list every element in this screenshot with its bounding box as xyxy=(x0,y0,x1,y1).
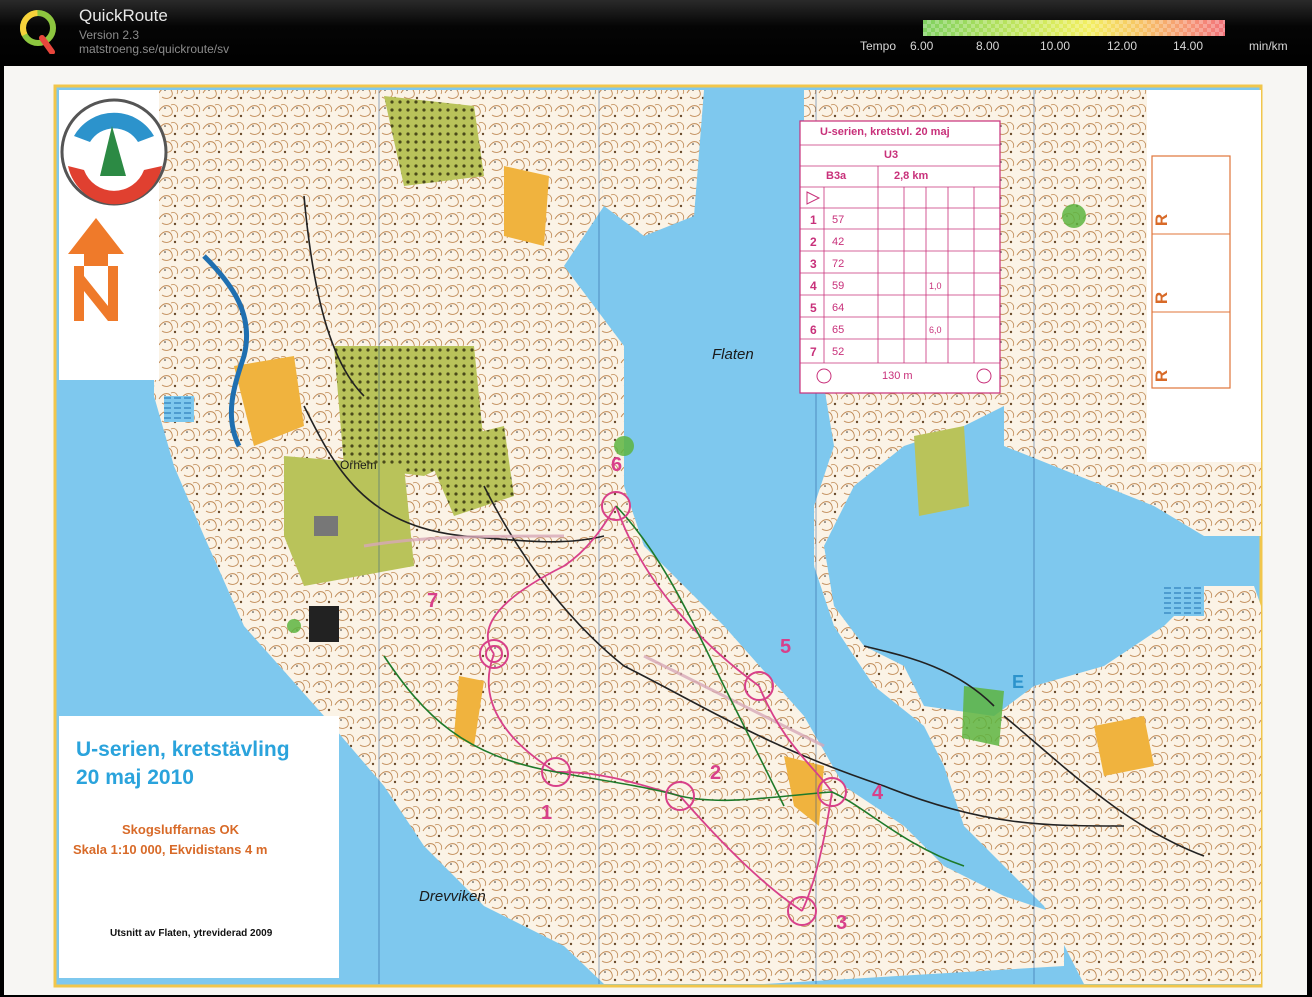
tempo-tick-3: 10.00 xyxy=(1040,39,1071,53)
tempo-tick-1: 6.00 xyxy=(910,39,934,53)
card-row-num: 2 xyxy=(810,235,817,249)
side-mark-r2: R xyxy=(1152,291,1172,305)
control-number-6: 6 xyxy=(611,454,623,476)
card-row-code: 65 xyxy=(832,324,845,336)
app-header: QuickRoute Version 2.3 matstroeng.se/qui… xyxy=(0,0,1312,66)
side-mark-r1: R xyxy=(1152,213,1172,227)
app-url[interactable]: matstroeng.se/quickroute/sv xyxy=(79,42,229,56)
tempo-tick-2: 8.00 xyxy=(976,39,1000,53)
control-number-1: 1 xyxy=(541,802,553,824)
card-row-code: 57 xyxy=(832,214,845,226)
tempo-unit: min/km xyxy=(1249,39,1288,53)
control-number-2: 2 xyxy=(710,762,722,784)
quickroute-logo-icon xyxy=(20,10,56,54)
club-logo-icon xyxy=(60,98,168,206)
card-row-extra: 6,0 xyxy=(929,325,942,335)
card-header-class: U3 xyxy=(884,149,899,161)
card-row-num: 6 xyxy=(810,323,817,337)
club-name: Skogsluffarnas OK xyxy=(122,822,240,837)
event-date: 20 maj 2010 xyxy=(76,766,194,789)
app-version: Version 2.3 xyxy=(79,28,140,42)
card-row-num: 5 xyxy=(810,301,817,315)
side-mark-r3: R xyxy=(1152,369,1172,383)
card-row-code: 42 xyxy=(832,236,845,248)
card-header-event: U-serien, kretstvl. 20 maj xyxy=(820,126,950,138)
tempo-tick-4: 12.00 xyxy=(1107,39,1138,53)
card-row-num: 7 xyxy=(810,345,817,359)
tempo-tick-5: 14.00 xyxy=(1173,39,1204,53)
place-label-orhem: Orhem xyxy=(340,458,377,472)
card-row-num: 1 xyxy=(810,213,817,227)
control-number-5: 5 xyxy=(780,636,792,658)
place-label-drevviken: Drevviken xyxy=(419,888,486,905)
tempo-color-scale xyxy=(923,20,1225,36)
event-title: U-serien, kretstävling xyxy=(76,738,290,761)
control-number-3: 3 xyxy=(836,912,848,934)
card-row-code: 59 xyxy=(832,280,845,292)
place-label-flaten: Flaten xyxy=(712,346,754,363)
control-description-card xyxy=(799,120,1001,394)
card-row-code: 64 xyxy=(832,302,845,314)
tempo-label: Tempo xyxy=(860,39,897,53)
east-mark: E xyxy=(1012,672,1025,692)
app-title: QuickRoute xyxy=(79,6,168,25)
control-number-4: 4 xyxy=(872,782,884,804)
card-row-num: 3 xyxy=(810,257,817,271)
side-panel xyxy=(1147,90,1261,462)
orienteering-map[interactable]: Flaten Orhem Drevviken U-serien, kretstä… xyxy=(4,66,1307,995)
card-row-extra: 1,0 xyxy=(929,281,942,291)
map-scale: Skala 1:10 000, Ekvidistans 4 m xyxy=(73,842,268,857)
card-course: B3a xyxy=(826,170,847,182)
map-credit: Utsnitt av Flaten, ytreviderad 2009 xyxy=(110,928,273,939)
marsh xyxy=(1164,586,1204,616)
card-finish-distance: 130 m xyxy=(882,370,913,382)
control-number-7: 7 xyxy=(427,590,439,612)
card-length: 2,8 km xyxy=(894,170,929,182)
card-row-num: 4 xyxy=(810,279,817,293)
card-row-code: 72 xyxy=(832,258,845,270)
marsh xyxy=(164,396,194,422)
card-row-code: 52 xyxy=(832,346,845,358)
